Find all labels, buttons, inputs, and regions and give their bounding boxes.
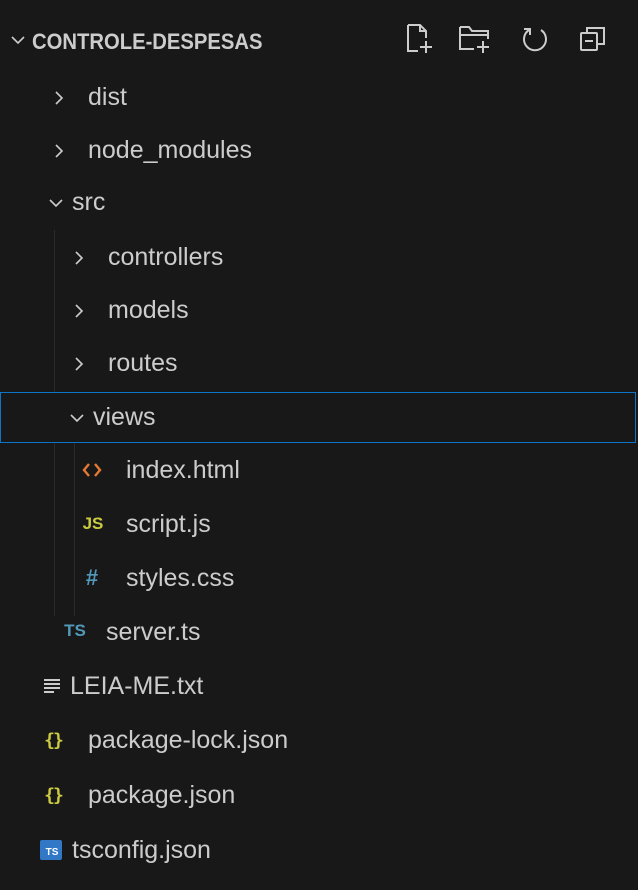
- tree-item-label: index.html: [126, 455, 240, 484]
- tree-folder-models[interactable]: models: [0, 286, 636, 336]
- tree-item-label: views: [93, 402, 156, 431]
- tree-file-index-html[interactable]: index.html: [0, 446, 636, 496]
- tree-item-label: dist: [88, 82, 127, 111]
- refresh-icon[interactable]: [516, 20, 554, 58]
- tree-item-label: LEIA-ME.txt: [70, 671, 204, 700]
- tsconfig-icon: TS: [40, 840, 62, 860]
- chevron-right-icon: [72, 356, 86, 372]
- tree-file-script-js[interactable]: JS script.js: [0, 500, 636, 550]
- chevron-right-icon: [52, 90, 66, 106]
- tree-folder-routes[interactable]: routes: [0, 339, 636, 389]
- chevron-right-icon: [72, 250, 86, 266]
- collapse-all-icon[interactable]: [574, 20, 612, 58]
- new-file-icon[interactable]: [400, 20, 438, 58]
- tree-folder-dist[interactable]: dist: [0, 73, 636, 123]
- file-explorer: CONTROLE-DESPESAS dist node_modules src …: [0, 0, 638, 890]
- tsconfig-icon-text: TS: [45, 846, 59, 858]
- explorer-header[interactable]: CONTROLE-DESPESAS: [0, 0, 638, 76]
- tree-file-server-ts[interactable]: TS server.ts: [0, 608, 636, 658]
- tree-folder-node-modules[interactable]: node_modules: [0, 126, 636, 176]
- chevron-down-icon: [69, 411, 85, 425]
- tree-item-label: controllers: [108, 242, 224, 271]
- tree-item-label: tsconfig.json: [72, 835, 211, 864]
- js-icon: JS: [82, 514, 104, 533]
- tree-item-label: script.js: [126, 509, 211, 538]
- tree-folder-controllers[interactable]: controllers: [0, 233, 636, 283]
- tree-item-label: node_modules: [88, 135, 253, 164]
- chevron-right-icon: [72, 303, 86, 319]
- json-icon: {}: [44, 729, 64, 751]
- tree-folder-src[interactable]: src: [0, 178, 636, 228]
- chevron-down-icon[interactable]: [10, 32, 26, 52]
- tree-item-label: routes: [108, 348, 178, 377]
- tree-item-label: server.ts: [106, 617, 201, 646]
- tree-folder-views[interactable]: views: [0, 392, 636, 443]
- tree-item-label: package-lock.json: [88, 725, 289, 754]
- tree-file-package-lock-json[interactable]: {} package-lock.json: [0, 716, 636, 766]
- workspace-title[interactable]: CONTROLE-DESPESAS: [32, 29, 263, 55]
- tree-item-label: package.json: [88, 780, 236, 809]
- tree-file-tsconfig-json[interactable]: TS tsconfig.json: [0, 826, 636, 876]
- tree-item-label: styles.css: [126, 563, 235, 592]
- tree-item-label: src: [72, 187, 106, 216]
- new-folder-icon[interactable]: [456, 20, 494, 58]
- tree-file-styles-css[interactable]: # styles.css: [0, 554, 636, 604]
- text-file-icon: [42, 676, 62, 696]
- tree-file-leia-me-txt[interactable]: LEIA-ME.txt: [0, 662, 636, 712]
- chevron-right-icon: [52, 143, 66, 159]
- html-icon: [80, 460, 104, 480]
- tree-file-package-json[interactable]: {} package.json: [0, 771, 636, 821]
- ts-icon: TS: [64, 621, 86, 640]
- chevron-down-icon: [48, 196, 64, 210]
- json-icon: {}: [44, 784, 64, 806]
- tree-item-label: models: [108, 295, 189, 324]
- css-icon: #: [85, 565, 99, 590]
